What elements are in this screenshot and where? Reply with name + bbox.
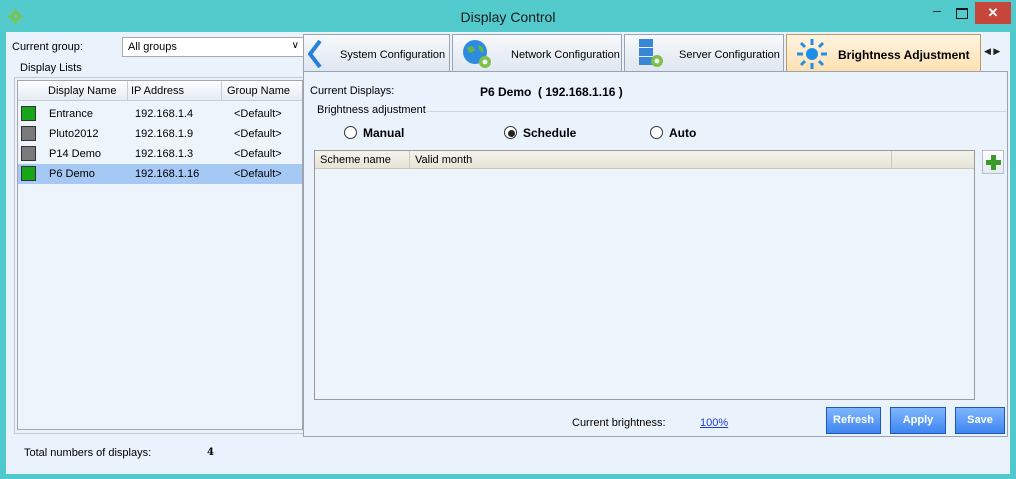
tab-scroll-arrows[interactable]: ◀ ▶ xyxy=(984,46,1000,57)
tab-server-configuration[interactable]: Server Configuration xyxy=(624,34,784,71)
current-brightness-label: Current brightness: xyxy=(572,417,666,429)
client-area: Current group: All groups ∨ Display List… xyxy=(6,32,1010,474)
radio-circle xyxy=(504,126,517,139)
display-group: <Default> xyxy=(234,108,282,120)
refresh-button[interactable]: Refresh xyxy=(826,407,881,434)
display-group: <Default> xyxy=(234,148,282,160)
radio-label: Manual xyxy=(363,126,405,140)
add-scheme-button[interactable] xyxy=(982,150,1004,174)
display-status-icon xyxy=(21,126,36,141)
current-group-label: Current group: xyxy=(12,41,83,53)
display-name: P6 Demo xyxy=(49,168,95,180)
group-divider xyxy=(422,111,1006,112)
close-button[interactable]: ✕ xyxy=(975,2,1011,24)
radio-circle xyxy=(344,126,357,139)
schedule-table-header: Scheme name Valid month xyxy=(315,151,974,169)
tab-label: Brightness Adjustment xyxy=(838,48,970,62)
title-bar: Display Control – ✕ xyxy=(0,0,1016,32)
brightness-adjustment-label: Brightness adjustment xyxy=(316,104,427,116)
display-group: <Default> xyxy=(234,168,282,180)
display-ip: 192.168.1.3 xyxy=(135,148,194,160)
display-name: Entrance xyxy=(49,108,94,120)
table-row[interactable]: Pluto2012 192.168.1.9 <Default> xyxy=(18,124,302,144)
radio-selected-dot xyxy=(508,130,515,137)
sun-icon xyxy=(797,39,827,69)
table-row[interactable]: Entrance 192.168.1.4 <Default> xyxy=(18,104,302,124)
display-group: <Default> xyxy=(234,128,282,140)
maximize-button[interactable] xyxy=(950,4,972,22)
tab-brightness-adjustment[interactable]: Brightness Adjustment xyxy=(786,34,981,72)
radio-label: Schedule xyxy=(523,126,577,140)
column-scheme-name[interactable]: Scheme name xyxy=(320,154,391,166)
display-name: P14 Demo xyxy=(49,148,101,160)
chevron-down-icon: ∨ xyxy=(291,40,299,51)
table-row-selected[interactable]: P6 Demo 192.168.1.16 <Default> xyxy=(18,164,302,184)
minimize-button[interactable]: – xyxy=(926,3,948,22)
current-displays-value: P6 Demo ( 192.168.1.16 ) xyxy=(480,85,623,99)
display-list-header: Display Name IP Address Group Name xyxy=(18,81,302,101)
column-display-name[interactable]: Display Name xyxy=(48,85,116,97)
tab-network-configuration[interactable]: Network Configuration xyxy=(452,34,622,71)
save-button[interactable]: Save xyxy=(955,407,1005,434)
radio-circle xyxy=(650,126,663,139)
total-displays-label: Total numbers of displays: xyxy=(24,447,152,459)
display-ip: 192.168.1.4 xyxy=(135,108,194,120)
current-group-value: All groups xyxy=(128,41,177,53)
server-icon xyxy=(639,39,663,67)
wrench-icon xyxy=(308,40,322,68)
display-ip: 192.168.1.9 xyxy=(135,128,194,140)
display-ip: 192.168.1.16 xyxy=(135,168,200,180)
display-status-icon xyxy=(21,166,36,181)
display-name: Pluto2012 xyxy=(49,128,99,140)
table-row[interactable]: P14 Demo 192.168.1.3 <Default> xyxy=(18,144,302,164)
window-title: Display Control xyxy=(460,9,556,25)
display-status-icon xyxy=(21,146,36,161)
radio-label: Auto xyxy=(669,126,697,140)
current-group-select[interactable]: All groups ∨ xyxy=(122,37,304,57)
current-displays-label: Current Displays: xyxy=(310,85,395,97)
column-group-name[interactable]: Group Name xyxy=(227,85,290,97)
tab-system-configuration[interactable]: System Configuration xyxy=(303,34,450,71)
display-lists-label: Display Lists xyxy=(18,62,84,74)
apply-button[interactable]: Apply xyxy=(890,407,946,434)
display-status-icon xyxy=(21,106,36,121)
tab-label: Server Configuration xyxy=(679,49,780,61)
display-list[interactable]: Display Name IP Address Group Name Entra… xyxy=(17,80,303,430)
tab-label: Network Configuration xyxy=(511,49,620,61)
tab-label: System Configuration xyxy=(340,49,446,61)
current-brightness-link[interactable]: 100% xyxy=(700,417,728,429)
globe-icon xyxy=(463,40,491,68)
total-displays-value: 4 xyxy=(207,447,214,458)
column-ip-address[interactable]: IP Address xyxy=(131,85,184,97)
brightness-panel: Current Displays: P6 Demo ( 192.168.1.16… xyxy=(303,71,1008,437)
column-valid-month[interactable]: Valid month xyxy=(415,154,472,166)
schedule-table[interactable]: Scheme name Valid month xyxy=(314,150,975,400)
